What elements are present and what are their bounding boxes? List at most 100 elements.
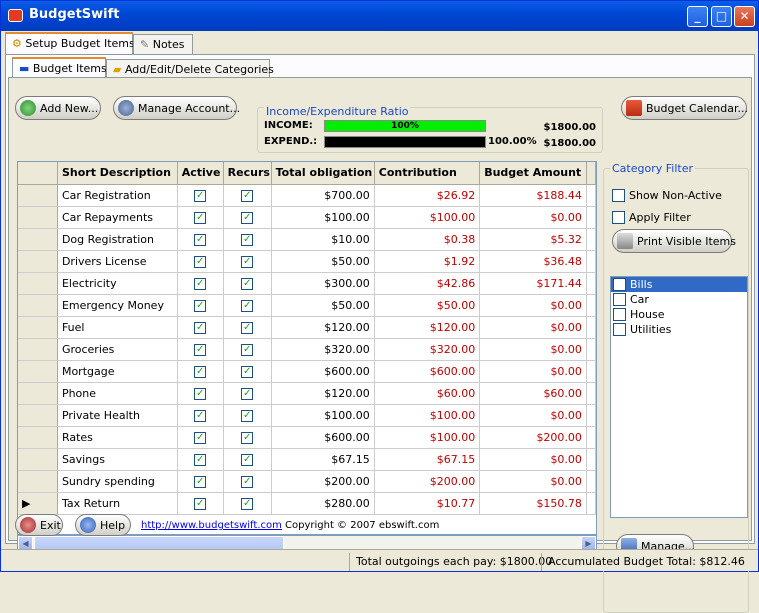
cell-recurs[interactable]: ✓ <box>223 272 272 295</box>
cell-budget-amount[interactable]: $200.00 <box>479 426 587 449</box>
table-row[interactable]: Drivers License ✓ ✓ $50.00 $1.92 $36.48 <box>18 250 596 273</box>
category-item[interactable]: Utilities <box>611 322 747 337</box>
budget-calendar-button[interactable]: Budget Calendar... <box>621 96 748 120</box>
checkbox-checked-icon[interactable]: ✓ <box>241 498 254 510</box>
col-header-recurs[interactable]: Recurs <box>223 162 272 185</box>
checkbox-checked-icon[interactable]: ✓ <box>241 344 254 356</box>
row-header[interactable] <box>18 316 58 339</box>
checkbox-checked-icon[interactable]: ✓ <box>241 190 254 202</box>
col-header-description[interactable]: Short Description <box>57 162 178 185</box>
checkbox-checked-icon[interactable]: ✓ <box>241 256 254 268</box>
row-header[interactable]: ▶ <box>18 492 58 515</box>
checkbox-checked-icon[interactable]: ✓ <box>241 410 254 422</box>
cell-budget-amount[interactable]: $0.00 <box>479 448 587 471</box>
cell-contribution[interactable]: $1.92 <box>374 250 481 273</box>
col-header-contribution[interactable]: Contribution <box>374 162 481 185</box>
col-header-total-obligation[interactable]: Total obligation <box>271 162 375 185</box>
cell-budget-amount[interactable]: $0.00 <box>479 360 587 383</box>
table-row[interactable]: Phone ✓ ✓ $120.00 $60.00 $60.00 <box>18 382 596 405</box>
cell-description[interactable]: Savings <box>57 448 178 471</box>
cell-active[interactable]: ✓ <box>177 448 224 471</box>
checkbox-checked-icon[interactable]: ✓ <box>241 300 254 312</box>
cell-recurs[interactable]: ✓ <box>223 316 272 339</box>
cell-active[interactable]: ✓ <box>177 206 224 229</box>
cell-recurs[interactable]: ✓ <box>223 338 272 361</box>
cell-contribution[interactable]: $60.00 <box>374 382 481 405</box>
cell-active[interactable]: ✓ <box>177 228 224 251</box>
checkbox-checked-icon[interactable]: ✓ <box>194 498 207 510</box>
table-row[interactable]: Savings ✓ ✓ $67.15 $67.15 $0.00 <box>18 448 596 471</box>
checkbox-checked-icon[interactable]: ✓ <box>241 476 254 488</box>
cell-description[interactable]: Fuel <box>57 316 178 339</box>
cell-total-obligation[interactable]: $67.15 <box>271 448 375 471</box>
cell-contribution[interactable]: $26.92 <box>374 184 481 207</box>
cell-contribution[interactable]: $67.15 <box>374 448 481 471</box>
row-header[interactable] <box>18 426 58 449</box>
tab-notes[interactable]: ✎ Notes <box>133 34 193 54</box>
cell-budget-amount[interactable]: $0.00 <box>479 294 587 317</box>
cell-contribution[interactable]: $200.00 <box>374 470 481 493</box>
cell-total-obligation[interactable]: $200.00 <box>271 470 375 493</box>
cell-budget-amount[interactable]: $36.48 <box>479 250 587 273</box>
exit-button[interactable]: Exit <box>15 514 63 536</box>
checkbox-checked-icon[interactable]: ✓ <box>241 432 254 444</box>
checkbox-checked-icon[interactable]: ✓ <box>241 234 254 246</box>
category-list[interactable]: Bills Car House Utilities <box>610 276 748 518</box>
checkbox-checked-icon[interactable]: ✓ <box>194 388 207 400</box>
cell-budget-amount[interactable]: $0.00 <box>479 316 587 339</box>
cell-active[interactable]: ✓ <box>177 338 224 361</box>
cell-contribution[interactable]: $320.00 <box>374 338 481 361</box>
cell-total-obligation[interactable]: $100.00 <box>271 206 375 229</box>
checkbox-checked-icon[interactable]: ✓ <box>241 366 254 378</box>
title-bar[interactable]: BudgetSwift _ □ ✕ <box>1 1 758 31</box>
add-new-button[interactable]: Add New... <box>15 96 101 120</box>
cell-description[interactable]: Electricity <box>57 272 178 295</box>
cell-description[interactable]: Private Health <box>57 404 178 427</box>
table-row[interactable]: Sundry spending ✓ ✓ $200.00 $200.00 $0.00 <box>18 470 596 493</box>
table-row[interactable]: Mortgage ✓ ✓ $600.00 $600.00 $0.00 <box>18 360 596 383</box>
cell-recurs[interactable]: ✓ <box>223 426 272 449</box>
cell-budget-amount[interactable]: $0.00 <box>479 206 587 229</box>
table-row[interactable]: Car Registration ✓ ✓ $700.00 $26.92 $188.44 <box>18 184 596 207</box>
cell-description[interactable]: Tax Return <box>57 492 178 515</box>
row-header[interactable] <box>18 448 58 471</box>
website-link[interactable]: http://www.budgetswift.com <box>141 520 282 531</box>
cell-total-obligation[interactable]: $120.00 <box>271 382 375 405</box>
cell-recurs[interactable]: ✓ <box>223 382 272 405</box>
cell-budget-amount[interactable]: $0.00 <box>479 404 587 427</box>
cell-description[interactable]: Dog Registration <box>57 228 178 251</box>
cell-active[interactable]: ✓ <box>177 470 224 493</box>
cell-total-obligation[interactable]: $100.00 <box>271 404 375 427</box>
checkbox-checked-icon[interactable]: ✓ <box>241 388 254 400</box>
cell-budget-amount[interactable]: $5.32 <box>479 228 587 251</box>
cell-description[interactable]: Rates <box>57 426 178 449</box>
cell-active[interactable]: ✓ <box>177 426 224 449</box>
cell-total-obligation[interactable]: $700.00 <box>271 184 375 207</box>
cell-recurs[interactable]: ✓ <box>223 492 272 515</box>
checkbox-checked-icon[interactable]: ✓ <box>194 344 207 356</box>
tab-add-edit-delete-categories[interactable]: ▰ Add/Edit/Delete Categories <box>106 59 274 79</box>
cell-active[interactable]: ✓ <box>177 360 224 383</box>
cell-budget-amount[interactable]: $60.00 <box>479 382 587 405</box>
cell-recurs[interactable]: ✓ <box>223 184 272 207</box>
cell-contribution[interactable]: $50.00 <box>374 294 481 317</box>
col-header-active[interactable]: Active <box>177 162 224 185</box>
cell-budget-amount[interactable]: $188.44 <box>479 184 587 207</box>
minimize-button[interactable]: _ <box>687 6 708 27</box>
table-row[interactable]: Private Health ✓ ✓ $100.00 $100.00 $0.00 <box>18 404 596 427</box>
cell-active[interactable]: ✓ <box>177 492 224 515</box>
cell-description[interactable]: Emergency Money <box>57 294 178 317</box>
cell-contribution[interactable]: $100.00 <box>374 206 481 229</box>
checkbox-checked-icon[interactable]: ✓ <box>194 300 207 312</box>
checkbox-checked-icon[interactable]: ✓ <box>194 190 207 202</box>
cell-budget-amount[interactable]: $0.00 <box>479 470 587 493</box>
checkbox-checked-icon[interactable]: ✓ <box>194 234 207 246</box>
cell-description[interactable]: Drivers License <box>57 250 178 273</box>
cell-total-obligation[interactable]: $600.00 <box>271 426 375 449</box>
cell-contribution[interactable]: $100.00 <box>374 426 481 449</box>
cell-description[interactable]: Car Repayments <box>57 206 178 229</box>
cell-description[interactable]: Phone <box>57 382 178 405</box>
cell-recurs[interactable]: ✓ <box>223 228 272 251</box>
apply-filter-checkbox[interactable]: Apply Filter <box>612 211 691 224</box>
row-header[interactable] <box>18 228 58 251</box>
